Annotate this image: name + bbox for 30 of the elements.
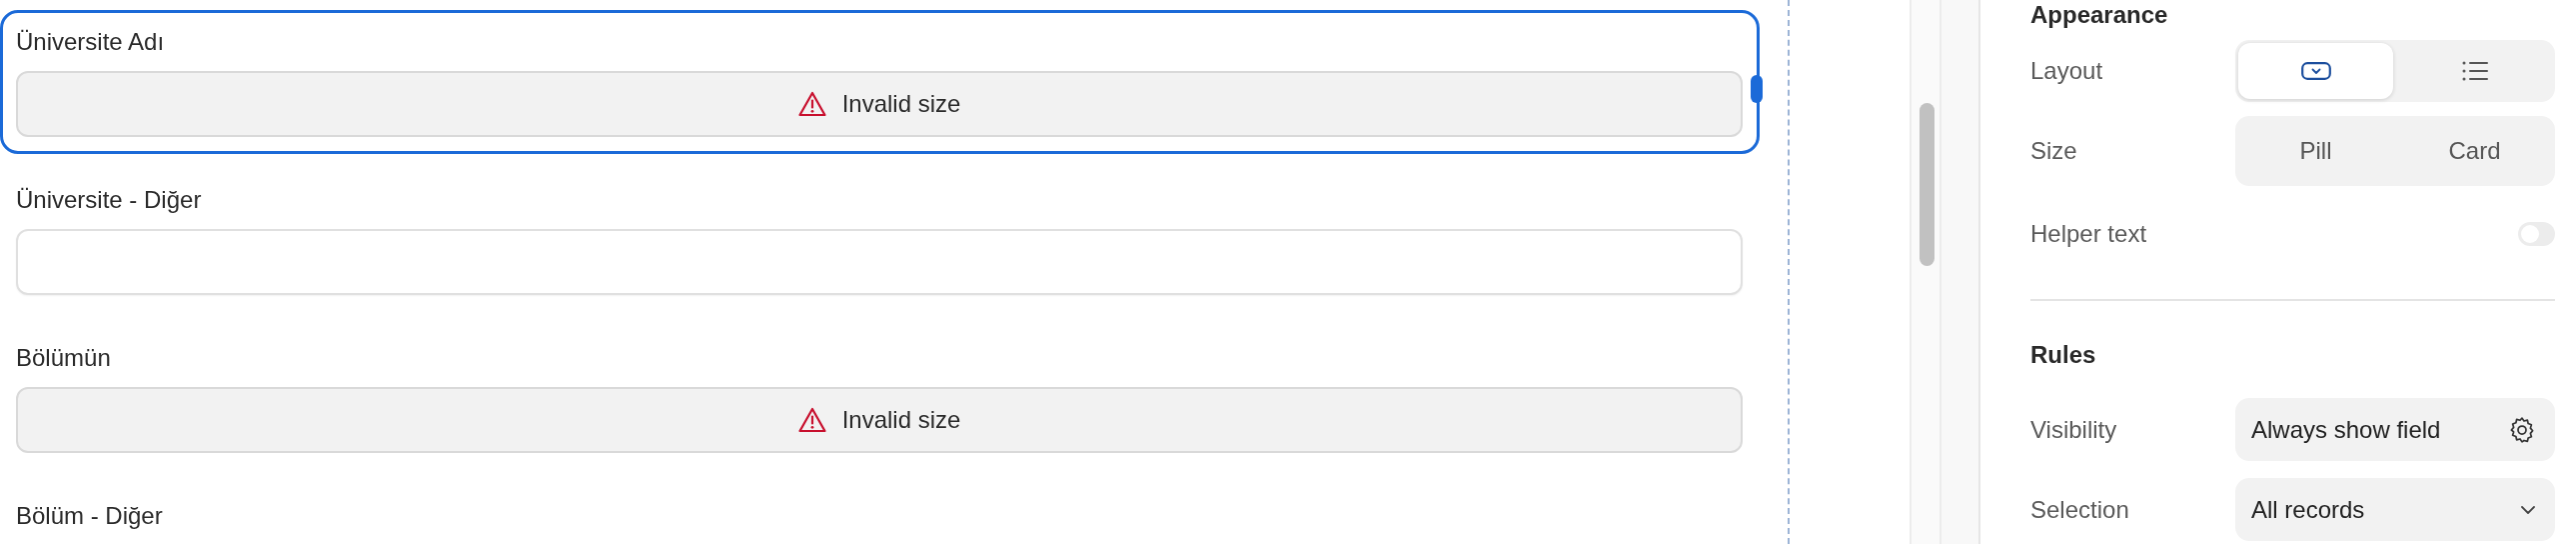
- section-heading: Rules: [2030, 340, 2096, 370]
- section-heading: Appearance: [2030, 0, 2168, 30]
- setting-label: Size: [2030, 136, 2077, 166]
- visibility-button[interactable]: Always show field: [2235, 398, 2555, 461]
- field-label: Üniversite Adı: [16, 27, 165, 57]
- setting-label: Layout: [2030, 56, 2103, 86]
- field-card[interactable]: Bölümün Invalid size: [0, 326, 1760, 470]
- setting-label: Selection: [2030, 494, 2129, 525]
- error-message: Invalid size: [841, 406, 961, 434]
- error-message: Invalid size: [841, 90, 961, 118]
- list-icon: [2461, 61, 2488, 81]
- field-card[interactable]: Üniversite - Diğer: [0, 168, 1760, 312]
- setting-label: Visibility: [2030, 414, 2117, 445]
- field-label: Bölüm - Diğer: [16, 501, 163, 531]
- field-label: Bölümün: [16, 343, 111, 373]
- resize-handle[interactable]: [1751, 75, 1763, 103]
- field-label: Üniversite - Diğer: [16, 185, 202, 215]
- field-card[interactable]: Üniversite Adı Invalid size: [0, 10, 1760, 154]
- size-option[interactable]: Card: [2397, 119, 2552, 183]
- setting-label: Helper text: [2030, 219, 2147, 249]
- dropdown-icon: [2300, 62, 2331, 80]
- layout-option[interactable]: [2238, 43, 2393, 99]
- chevron-down-icon: [2519, 503, 2537, 516]
- text-input[interactable]: [16, 229, 1743, 295]
- warning-icon: [797, 91, 826, 117]
- size-option[interactable]: Pill: [2238, 119, 2393, 183]
- selection-dropdown[interactable]: All records: [2235, 478, 2555, 541]
- field-card[interactable]: Bölüm - Diğer: [0, 484, 1760, 544]
- warning-icon: [797, 407, 826, 433]
- scrollbar-thumb[interactable]: [1920, 103, 1934, 266]
